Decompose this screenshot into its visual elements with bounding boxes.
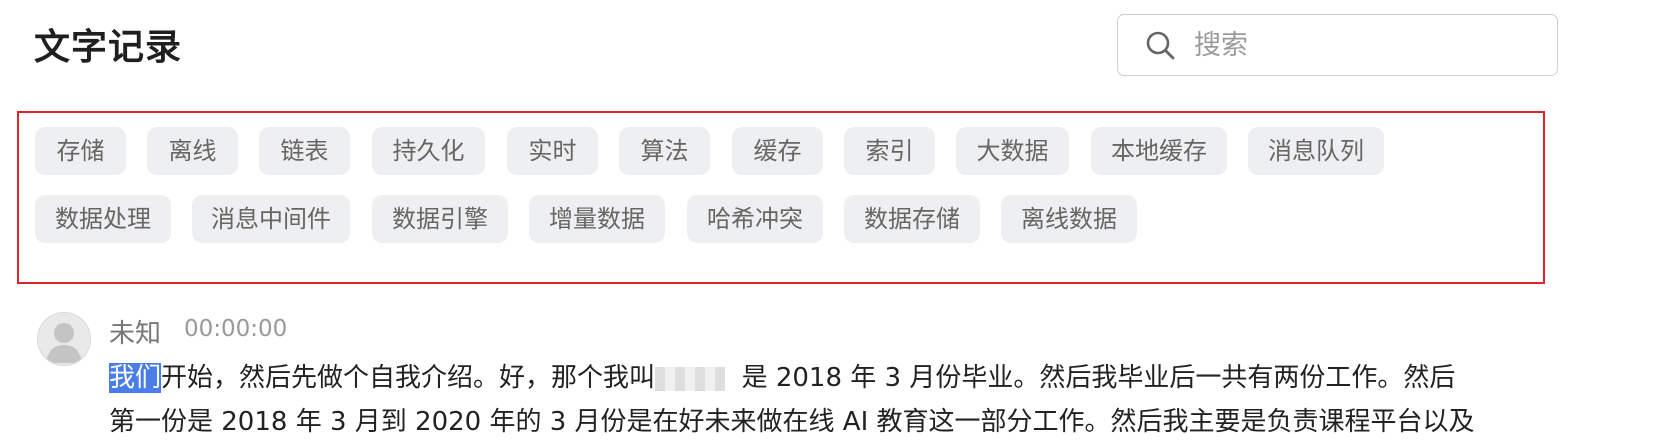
keyword-tag[interactable]: 本地缓存 [1091, 127, 1227, 175]
keyword-tag[interactable]: 大数据 [956, 127, 1069, 175]
keyword-tag[interactable]: 持久化 [372, 127, 485, 175]
keyword-tag[interactable]: 数据引擎 [372, 195, 508, 243]
keyword-tag[interactable]: 离线 [147, 127, 238, 175]
keyword-tag[interactable]: 消息队列 [1248, 127, 1384, 175]
keyword-tag[interactable]: 离线数据 [1001, 195, 1137, 243]
speaker-name: 未知 [109, 319, 162, 349]
keyword-tag[interactable]: 消息中间件 [192, 195, 350, 243]
keyword-tags-panel: 存储 离线 链表 持久化 实时 算法 缓存 索引 大数据 本地缓存 消息队列 数… [17, 111, 1545, 284]
keyword-tag[interactable]: 存储 [35, 127, 126, 175]
user-icon [46, 323, 82, 363]
keyword-tag[interactable]: 数据存储 [844, 195, 980, 243]
search-input[interactable] [1192, 28, 1516, 62]
transcript-segment: 是 2018 年 3 月份毕业。然后我毕业后一共有两份工作。然后 [741, 363, 1456, 393]
transcript-segment: 第一份是 2018 年 3 月到 2020 年的 3 月份是在好未来做在线 AI… [109, 407, 1475, 437]
keyword-tag[interactable]: 实时 [507, 127, 598, 175]
search-icon [1146, 31, 1175, 60]
selected-text[interactable]: 我们 [109, 363, 162, 393]
keyword-tag[interactable]: 算法 [619, 127, 710, 175]
transcript-page: 文字记录 存储 离线 链表 持久化 实时 算法 缓存 索引 大数据 本地缓存 消… [0, 0, 1674, 446]
keyword-tag[interactable]: 索引 [844, 127, 935, 175]
keyword-tag[interactable]: 链表 [259, 127, 350, 175]
timestamp[interactable]: 00:00:00 [184, 316, 287, 342]
transcript-segment: 开始，然后先做个自我介绍。好，那个我叫 [161, 363, 656, 393]
keyword-tag[interactable]: 数据处理 [35, 195, 171, 243]
avatar [37, 312, 91, 366]
keyword-tag[interactable]: 增量数据 [529, 195, 665, 243]
search-box[interactable] [1117, 14, 1558, 76]
page-title: 文字记录 [34, 27, 183, 68]
redacted-name [655, 366, 726, 391]
keyword-tag[interactable]: 缓存 [732, 127, 823, 175]
transcript-text[interactable]: 我们开始，然后先做个自我介绍。好，那个我叫 是 2018 年 3 月份毕业。然后… [109, 356, 1559, 444]
keyword-tag[interactable]: 哈希冲突 [687, 195, 823, 243]
